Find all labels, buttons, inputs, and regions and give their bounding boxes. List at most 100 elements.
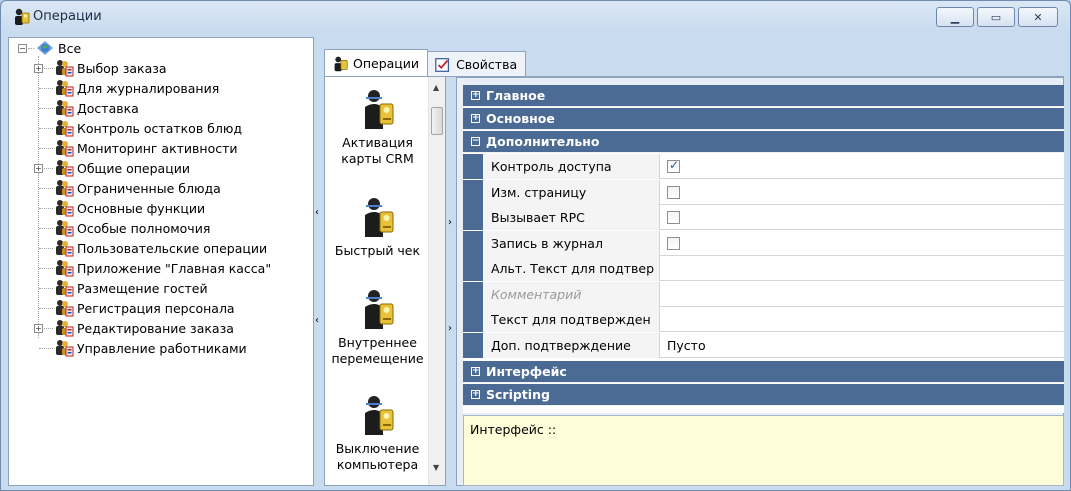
tree-item[interactable]: Редактирование заказа — [54, 318, 234, 338]
property-gutter — [463, 205, 483, 230]
property-checkbox[interactable] — [667, 158, 680, 173]
expand-right-icon[interactable]: › — [448, 323, 452, 334]
close-button[interactable]: ✕ — [1018, 7, 1058, 27]
tree-item[interactable]: Общие операции — [54, 158, 190, 178]
tree-item[interactable]: Выбор заказа — [54, 58, 167, 78]
splitter-left[interactable]: ‹ ‹ — [314, 37, 322, 486]
tree-item-label: Контроль остатков блюд — [77, 120, 243, 136]
tab-properties[interactable]: Свойства — [427, 51, 527, 77]
operation-group-icon — [56, 300, 74, 317]
property-row[interactable]: Комментарий — [463, 281, 1064, 307]
property-value-cell[interactable] — [661, 282, 1064, 307]
property-name: Вызывает RPC — [483, 205, 660, 230]
operation-label-line2: карты CRM — [341, 151, 414, 166]
collapse-icon[interactable]: − — [471, 137, 480, 146]
collapse-icon[interactable]: − — [18, 44, 27, 53]
tree-item[interactable]: Особые полномочия — [54, 218, 210, 238]
operations-tree[interactable]: − Все + Выбор заказа Для журналирования Д… — [8, 37, 314, 486]
expand-right-icon[interactable]: › — [448, 217, 452, 228]
scroll-up-icon[interactable]: ▲ — [433, 83, 439, 92]
expand-icon[interactable]: + — [34, 164, 43, 173]
description-pane: Интерфейс :: — [463, 415, 1064, 486]
property-gutter — [463, 154, 483, 179]
property-value-cell[interactable] — [661, 180, 1064, 205]
scroll-thumb[interactable] — [431, 107, 443, 135]
category-label: Главное — [486, 88, 546, 103]
category-main[interactable]: + Главное — [463, 85, 1064, 107]
tree-item[interactable]: Пользовательские операции — [54, 238, 267, 258]
property-row[interactable]: Вызывает RPC — [463, 205, 1064, 230]
property-row[interactable]: Запись в журнал — [463, 230, 1064, 256]
tree-item[interactable]: Основные функции — [54, 198, 205, 218]
operation-group-icon — [56, 140, 74, 157]
property-value-cell[interactable]: Пусто — [661, 333, 1064, 358]
property-grid[interactable]: + Главное + Основное − Дополнительно Кон… — [463, 85, 1064, 413]
property-name: Альт. Текст для подтвер — [483, 256, 660, 281]
property-row[interactable]: Изм. страницу — [463, 179, 1064, 205]
property-value-cell[interactable] — [661, 256, 1064, 281]
expand-icon[interactable]: + — [471, 367, 480, 376]
operation-item[interactable]: Активация карты CRM — [325, 87, 430, 167]
splitter-right[interactable]: › › — [447, 77, 455, 486]
tree-root[interactable]: Все — [35, 38, 81, 58]
property-value-cell[interactable] — [661, 154, 1064, 179]
category-label: Интерфейс — [486, 364, 567, 379]
expand-icon[interactable]: + — [471, 390, 480, 399]
property-checkbox[interactable] — [667, 211, 680, 224]
operation-group-icon — [56, 340, 74, 357]
category-interface[interactable]: + Интерфейс — [463, 361, 1064, 383]
operation-icon — [364, 198, 393, 237]
tab-operations[interactable]: Операции — [324, 49, 429, 77]
expand-icon[interactable]: + — [471, 91, 480, 100]
tree-item[interactable]: Приложение "Главная касса" — [54, 258, 271, 278]
scroll-down-icon[interactable]: ▼ — [433, 463, 439, 472]
category-label: Scripting — [486, 387, 550, 402]
tree-item[interactable]: Контроль остатков блюд — [54, 118, 242, 138]
collapse-left-icon[interactable]: ‹ — [315, 207, 319, 218]
property-value-cell[interactable] — [661, 231, 1064, 256]
operation-label-line1: Активация — [342, 135, 413, 150]
tree-item[interactable]: Управление работниками — [54, 338, 247, 358]
operations-list[interactable]: ▲ ▼ Активация карты CRM Быстрый чек Внутр… — [324, 77, 446, 486]
operation-label-line1: Внутреннее — [338, 335, 417, 350]
operation-group-icon — [56, 220, 74, 237]
operation-label-line1: Выключение — [335, 441, 420, 456]
property-name: Изм. страницу — [483, 179, 660, 205]
category-basic[interactable]: + Основное — [463, 108, 1064, 130]
tree-item[interactable]: Доставка — [54, 98, 139, 118]
property-row[interactable]: Текст для подтвержден — [463, 307, 1064, 332]
collapse-left-icon[interactable]: ‹ — [315, 315, 319, 326]
operation-item[interactable]: Быстрый чек — [325, 195, 430, 259]
tree-item[interactable]: Мониторинг активности — [54, 138, 238, 158]
tree-item[interactable]: Для журналирования — [54, 78, 219, 98]
property-value-cell[interactable] — [661, 205, 1064, 230]
operations-scrollbar[interactable]: ▲ ▼ — [428, 77, 445, 485]
tree-item-label: Редактирование заказа — [77, 320, 234, 336]
title-bar[interactable]: Операции ▁ ▭ ✕ — [1, 1, 1070, 33]
description-text: Интерфейс :: — [470, 422, 557, 437]
expand-icon[interactable]: + — [471, 114, 480, 123]
property-value[interactable]: Пусто — [667, 338, 706, 353]
tree-item[interactable]: Регистрация персонала — [54, 298, 235, 318]
property-row[interactable]: Альт. Текст для подтвер — [463, 256, 1064, 281]
property-checkbox[interactable] — [667, 236, 680, 250]
expand-icon[interactable]: + — [34, 324, 43, 333]
category-extra[interactable]: − Дополнительно — [463, 131, 1064, 153]
operation-group-icon — [56, 120, 74, 137]
operation-group-icon — [56, 240, 74, 257]
tree-item[interactable]: Размещение гостей — [54, 278, 208, 298]
category-scripting[interactable]: + Scripting — [463, 384, 1064, 406]
tree-item-label: Пользовательские операции — [77, 240, 268, 256]
property-value-cell[interactable] — [661, 307, 1064, 332]
property-gutter — [463, 307, 483, 332]
property-checkbox[interactable] — [667, 185, 680, 199]
tree-item[interactable]: Ограниченные блюда — [54, 178, 221, 198]
maximize-button[interactable]: ▭ — [977, 7, 1015, 27]
expand-icon[interactable]: + — [34, 64, 43, 73]
operation-item[interactable]: Выключение компьютера — [325, 393, 430, 473]
property-row[interactable]: Доп. подтверждение Пусто — [463, 332, 1064, 358]
minimize-button[interactable]: ▁ — [936, 7, 974, 27]
property-gutter — [463, 256, 483, 281]
property-row[interactable]: Контроль доступа — [463, 154, 1064, 179]
operation-item[interactable]: Внутреннее перемещение — [325, 287, 430, 367]
